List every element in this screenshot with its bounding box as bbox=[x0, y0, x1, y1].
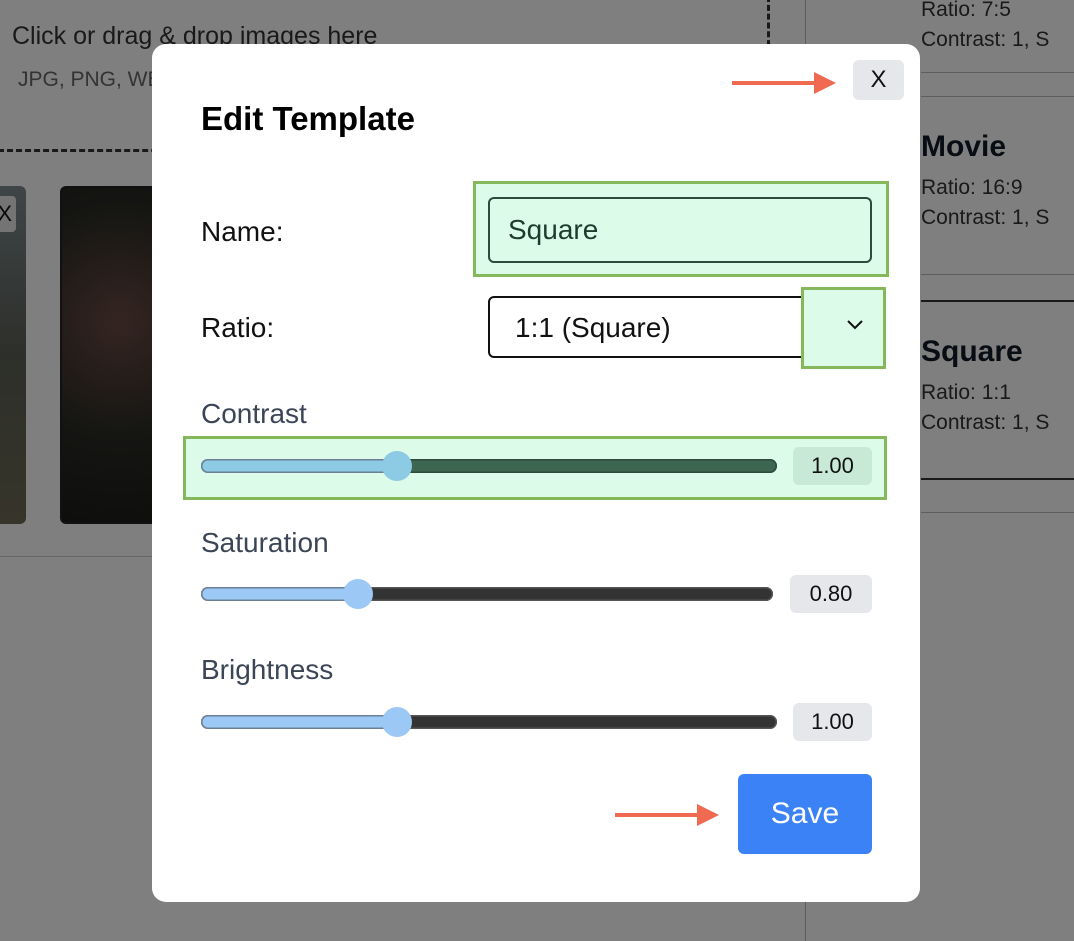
brightness-value: 1.00 bbox=[793, 703, 872, 741]
contrast-slider-thumb[interactable] bbox=[381, 451, 412, 481]
saturation-slider-fill bbox=[201, 587, 359, 601]
saturation-value: 0.80 bbox=[790, 575, 872, 613]
contrast-slider[interactable] bbox=[201, 451, 777, 481]
brightness-slider-fill bbox=[201, 715, 397, 729]
brightness-slider-thumb[interactable] bbox=[381, 707, 412, 737]
dialog-title: Edit Template bbox=[201, 100, 415, 137]
ratio-selected-value: 1:1 (Square) bbox=[515, 312, 671, 343]
edit-template-dialog: X Edit Template Name: Ratio: 1:1 (Square… bbox=[152, 44, 920, 902]
template-name-input[interactable] bbox=[488, 197, 872, 263]
saturation-label: Saturation bbox=[201, 527, 329, 558]
saturation-slider-thumb[interactable] bbox=[343, 579, 374, 609]
contrast-value: 1.00 bbox=[793, 447, 872, 485]
close-button[interactable]: X bbox=[853, 60, 904, 100]
annotation-arrow-icon bbox=[732, 72, 836, 94]
name-label: Name: bbox=[201, 216, 284, 247]
save-button[interactable]: Save bbox=[738, 774, 872, 854]
brightness-slider[interactable] bbox=[201, 707, 777, 737]
contrast-label: Contrast bbox=[201, 398, 307, 429]
ratio-label: Ratio: bbox=[201, 312, 275, 343]
saturation-slider[interactable] bbox=[201, 579, 773, 609]
ratio-dropdown-highlight[interactable] bbox=[801, 287, 886, 369]
annotation-arrow-icon bbox=[615, 804, 719, 826]
chevron-down-icon[interactable] bbox=[847, 320, 863, 330]
contrast-slider-fill bbox=[201, 459, 397, 473]
brightness-label: Brightness bbox=[201, 654, 334, 685]
